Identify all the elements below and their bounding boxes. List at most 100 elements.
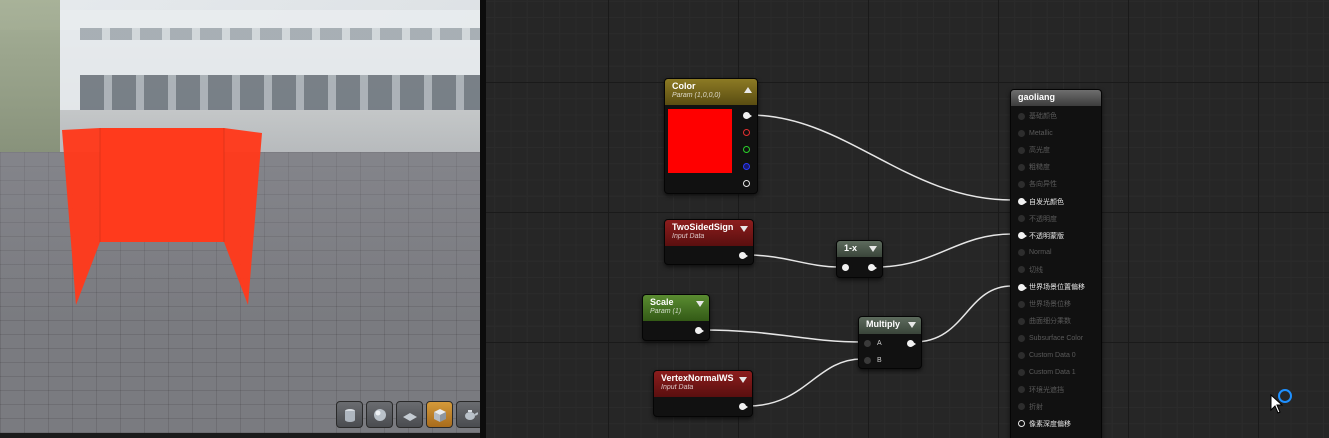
- material-input-label: 折射: [1029, 403, 1043, 411]
- material-input-pin[interactable]: [1018, 334, 1025, 342]
- material-input-pin[interactable]: [1018, 232, 1027, 240]
- node-scale-header: Scale Param (1): [643, 295, 709, 321]
- twosidedsign-output-pin[interactable]: [739, 252, 748, 259]
- material-output-header: gaoliang: [1011, 90, 1101, 106]
- material-input-label: Custom Data 0: [1029, 351, 1076, 359]
- custom-mesh-preview-button[interactable]: [456, 401, 480, 428]
- material-input-pin-row[interactable]: Metallic: [1018, 127, 1053, 139]
- color-output-r-pin[interactable]: [743, 129, 750, 136]
- color-output-b-pin[interactable]: [743, 163, 750, 170]
- collapse-arrow-icon[interactable]: [744, 87, 752, 93]
- collapse-arrow-icon[interactable]: [740, 226, 748, 232]
- material-input-pin-row[interactable]: 世界场景位移: [1018, 298, 1071, 310]
- material-input-label: 曲面细分乘数: [1029, 318, 1071, 326]
- cylinder-icon: [344, 408, 355, 422]
- material-input-pin[interactable]: [1018, 112, 1025, 120]
- material-input-pin-row[interactable]: 各向异性: [1018, 178, 1057, 190]
- material-input-label: 高光度: [1029, 147, 1050, 155]
- material-input-pin[interactable]: [1018, 386, 1025, 394]
- material-output-title: gaoliang: [1018, 92, 1056, 102]
- sphere-preview-button[interactable]: [366, 401, 393, 428]
- oneminus-output-pin[interactable]: [868, 264, 877, 271]
- material-input-pin-row[interactable]: Custom Data 1: [1018, 367, 1076, 379]
- node-color-header: Color Param (1,0,0,0): [665, 79, 757, 105]
- material-graph[interactable]: Color Param (1,0,0,0) TwoSidedSign Input…: [486, 0, 1329, 438]
- node-vertexnormalws[interactable]: VertexNormalWS Input Data: [653, 370, 753, 417]
- node-material-output[interactable]: gaoliang 基础颜色 Metallic 高光度粗糙度各向异性自发光颜色不透明度…: [1010, 89, 1102, 438]
- node-twosidedsign-title: TwoSidedSign: [672, 222, 734, 232]
- material-input-pin-row[interactable]: 环境光遮挡: [1018, 384, 1064, 396]
- material-input-pin-row[interactable]: 曲面细分乘数: [1018, 315, 1071, 327]
- material-input-pin[interactable]: [1018, 317, 1025, 325]
- material-input-pin[interactable]: [1018, 180, 1025, 188]
- multiply-input-a-label: A: [877, 340, 882, 347]
- loading-spinner-icon: [1278, 389, 1292, 403]
- wire-color-to-emissive: [748, 114, 1013, 201]
- collapse-arrow-icon[interactable]: [739, 377, 747, 383]
- material-input-pin[interactable]: [1018, 163, 1025, 171]
- cylinder-preview-button[interactable]: [336, 401, 363, 428]
- material-input-label: 环境光遮挡: [1029, 386, 1064, 394]
- material-input-pin[interactable]: [1018, 198, 1027, 205]
- sphere-icon: [373, 408, 386, 421]
- material-input-label: 世界场景位移: [1029, 301, 1071, 309]
- color-output-g-pin[interactable]: [743, 146, 750, 153]
- collapse-arrow-icon[interactable]: [696, 301, 704, 307]
- material-input-pin[interactable]: [1018, 249, 1025, 257]
- node-scale-subtitle: Param (1): [650, 308, 682, 315]
- color-output-rgb-pin[interactable]: [743, 112, 752, 119]
- multiply-input-a-pin[interactable]: [864, 340, 871, 347]
- vertexnormalws-output-pin[interactable]: [739, 403, 748, 410]
- node-color-title: Color: [672, 81, 696, 91]
- material-input-pin-row[interactable]: 自发光颜色: [1018, 196, 1064, 208]
- material-input-pin-row[interactable]: 不透明蒙版: [1018, 230, 1064, 242]
- material-input-pin-row[interactable]: 折射: [1018, 401, 1043, 413]
- material-input-pin[interactable]: [1018, 403, 1025, 411]
- material-input-pin-row[interactable]: 基础颜色: [1018, 110, 1057, 122]
- material-input-pin[interactable]: [1018, 266, 1025, 274]
- material-input-pin[interactable]: [1018, 300, 1025, 308]
- material-input-pin-row[interactable]: 像素深度偏移: [1018, 418, 1071, 430]
- wire-multiply-to-wpo: [913, 285, 1013, 343]
- material-input-pin-row[interactable]: Custom Data 0: [1018, 349, 1076, 361]
- node-twosidedsign-subtitle: Input Data: [672, 233, 705, 240]
- collapse-arrow-icon[interactable]: [869, 246, 877, 252]
- material-input-label: 像素深度偏移: [1029, 420, 1071, 428]
- material-input-pin-row[interactable]: 高光度: [1018, 144, 1050, 156]
- node-multiply[interactable]: Multiply A B: [858, 316, 922, 369]
- material-input-pin[interactable]: [1018, 283, 1027, 291]
- node-scale[interactable]: Scale Param (1): [642, 294, 710, 341]
- preview-mesh: [62, 128, 262, 305]
- oneminus-input-pin[interactable]: [842, 264, 849, 271]
- material-input-pin[interactable]: [1018, 351, 1025, 359]
- material-input-pin-row[interactable]: 世界场景位置偏移: [1018, 281, 1085, 293]
- material-input-pin[interactable]: [1018, 215, 1025, 223]
- material-input-pin[interactable]: [1018, 420, 1025, 428]
- material-input-pin[interactable]: [1018, 146, 1025, 154]
- cube-preview-button[interactable]: [426, 401, 453, 428]
- material-input-pin-row[interactable]: Subsurface Color: [1018, 332, 1083, 344]
- wire-vertexnormal-to-multiply-b: [747, 358, 863, 407]
- node-color-subtitle: Param (1,0,0,0): [672, 92, 721, 99]
- material-input-label: Normal: [1029, 249, 1052, 257]
- material-input-label: 自发光颜色: [1029, 198, 1064, 206]
- multiply-output-pin[interactable]: [907, 340, 916, 347]
- material-input-pin[interactable]: [1018, 369, 1025, 376]
- multiply-input-b-pin[interactable]: [864, 357, 871, 364]
- node-oneminus[interactable]: 1-x: [836, 240, 883, 278]
- node-color[interactable]: Color Param (1,0,0,0): [664, 78, 758, 194]
- material-input-pin-row[interactable]: 粗糙度: [1018, 161, 1050, 173]
- color-swatch: [668, 109, 732, 173]
- node-twosidedsign[interactable]: TwoSidedSign Input Data: [664, 219, 754, 265]
- material-input-pin-row[interactable]: 不透明度: [1018, 213, 1057, 225]
- scale-output-pin[interactable]: [695, 327, 704, 334]
- material-input-pin[interactable]: [1018, 129, 1025, 137]
- plane-preview-button[interactable]: [396, 401, 423, 428]
- collapse-arrow-icon[interactable]: [908, 322, 916, 328]
- preview-viewport[interactable]: [0, 0, 480, 433]
- color-output-a-pin[interactable]: [743, 180, 750, 187]
- material-input-label: Custom Data 1: [1029, 369, 1076, 376]
- material-input-pin-row[interactable]: 切线: [1018, 264, 1043, 276]
- material-input-pin-row[interactable]: Normal: [1018, 247, 1052, 259]
- material-input-label: 不透明度: [1029, 215, 1057, 223]
